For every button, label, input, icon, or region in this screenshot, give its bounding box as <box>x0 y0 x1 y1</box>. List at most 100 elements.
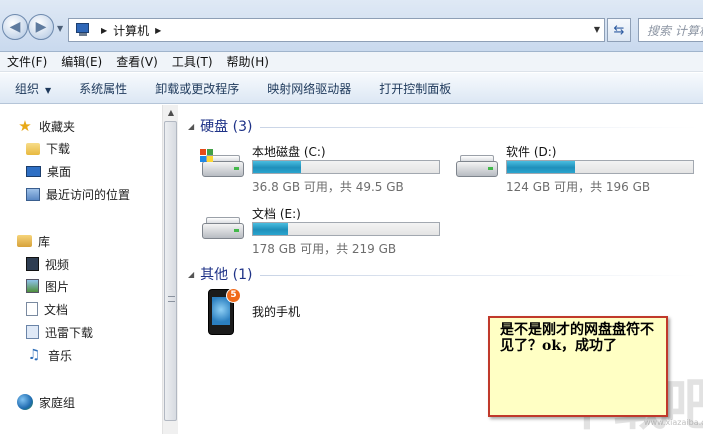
system-properties-button[interactable]: 系统属性 <box>65 80 141 97</box>
scroll-up-arrow-icon[interactable]: ▲ <box>163 105 179 121</box>
folder-icon <box>26 143 40 155</box>
library-icon <box>17 235 32 247</box>
hard-disk-icon <box>200 215 246 243</box>
music-note-icon: ♫ <box>27 347 41 363</box>
device-my-phone[interactable]: 5 我的手机 <box>208 287 408 337</box>
group-header-others[interactable]: ◢ 其他 (1) <box>188 264 698 284</box>
scroll-grip-icon <box>168 296 175 302</box>
drive-name: 文档 (E:) <box>252 207 301 221</box>
recent-pages-dropdown-icon[interactable]: ▼ <box>57 24 63 33</box>
desktop-icon <box>26 165 41 177</box>
group-divider <box>260 126 698 128</box>
nav-pane-scrollbar[interactable]: ▲ <box>162 105 178 434</box>
nav-item-label: 文档 <box>44 302 69 317</box>
drive-d[interactable]: 软件 (D:) 124 GB 可用，共 196 GB <box>454 143 703 194</box>
pictures-library-icon <box>26 279 39 293</box>
menu-edit[interactable]: 编辑(E) <box>54 52 109 72</box>
nav-item-label: 桌面 <box>47 164 72 179</box>
mobile-phone-icon: 5 <box>208 288 241 335</box>
navigation-pane: ★ 收藏夹 下载 桌面 最近访问的位置 库 视频 图片 文档 迅雷下载 ♫ 音乐… <box>0 105 162 434</box>
nav-favorites[interactable]: ★ 收藏夹 <box>17 117 75 135</box>
nav-item-downloads[interactable]: 下载 <box>26 139 70 157</box>
drive-usage-fill <box>253 223 288 235</box>
nav-item-pictures[interactable]: 图片 <box>26 277 69 295</box>
forward-button[interactable]: ▶ <box>28 14 54 40</box>
scroll-thumb[interactable] <box>164 121 177 421</box>
nav-item-label: 视频 <box>45 257 70 272</box>
drive-free-space: 124 GB 可用，共 196 GB <box>506 180 651 194</box>
drive-name: 本地磁盘 (C:) <box>252 145 326 159</box>
computer-icon <box>75 23 91 37</box>
drive-usage-fill <box>507 161 576 173</box>
thunder-download-icon <box>26 325 39 339</box>
nav-item-documents[interactable]: 文档 <box>26 300 68 318</box>
address-bar-row: ◀ ▶ ▼ ▶ 计算机 ▶ ▼ ⇆ 搜索 计算机 <box>0 0 703 52</box>
drive-e[interactable]: 文档 (E:) 178 GB 可用，共 219 GB <box>200 205 450 256</box>
nav-item-label: 迅雷下载 <box>45 325 94 340</box>
watermark-url: www.xiazaiba.com <box>644 418 703 427</box>
drive-usage-bar <box>252 222 440 236</box>
address-field[interactable]: ▶ 计算机 ▶ ▼ <box>68 18 605 42</box>
collapse-triangle-icon[interactable]: ◢ <box>188 122 194 131</box>
nav-libraries[interactable]: 库 <box>17 232 50 250</box>
open-control-panel-button[interactable]: 打开控制面板 <box>365 80 465 97</box>
documents-library-icon <box>26 302 38 316</box>
menu-tools[interactable]: 工具(T) <box>165 52 220 72</box>
nav-item-label: 最近访问的位置 <box>46 187 131 202</box>
chevron-down-icon: ▼ <box>45 85 52 95</box>
recent-places-icon <box>26 187 40 201</box>
drive-usage-fill <box>253 161 301 173</box>
nav-item-thunder-downloads[interactable]: 迅雷下载 <box>26 323 93 341</box>
nav-favorites-label: 收藏夹 <box>39 119 76 134</box>
organize-label: 组织 <box>15 81 40 96</box>
hard-disk-icon <box>454 153 500 181</box>
windows-logo-icon <box>200 149 214 163</box>
nav-item-label: 下载 <box>46 141 71 156</box>
nav-item-label: 图片 <box>45 279 70 294</box>
back-button[interactable]: ◀ <box>2 14 28 40</box>
video-library-icon <box>26 257 39 271</box>
menu-file[interactable]: 文件(F) <box>0 52 54 72</box>
drive-free-space: 36.8 GB 可用，共 49.5 GB <box>252 180 404 194</box>
group-title: 硬盘 (3) <box>200 119 253 135</box>
nav-homegroup[interactable]: 家庭组 <box>17 393 75 411</box>
address-dropdown-icon[interactable]: ▼ <box>594 25 600 34</box>
map-network-drive-button[interactable]: 映射网络驱动器 <box>253 80 365 97</box>
uninstall-program-button[interactable]: 卸载或更改程序 <box>141 80 253 97</box>
menu-bar: 文件(F) 编辑(E) 查看(V) 工具(T) 帮助(H) <box>0 52 703 72</box>
nav-item-recent-places[interactable]: 最近访问的位置 <box>26 185 130 203</box>
search-input[interactable]: 搜索 计算机 <box>638 18 703 42</box>
homegroup-icon <box>17 394 33 410</box>
drive-c[interactable]: 本地磁盘 (C:) 36.8 GB 可用，共 49.5 GB <box>200 143 450 194</box>
group-divider <box>260 274 698 276</box>
device-name: 我的手机 <box>252 305 301 319</box>
breadcrumb-computer[interactable]: 计算机 <box>113 22 149 39</box>
breadcrumb-separator-icon[interactable]: ▶ <box>155 26 161 35</box>
drive-free-space: 178 GB 可用，共 219 GB <box>252 242 397 256</box>
nav-item-label: 音乐 <box>48 348 73 363</box>
nav-libraries-label: 库 <box>38 234 51 249</box>
drive-usage-bar <box>506 160 694 174</box>
notification-badge: 5 <box>226 288 241 303</box>
group-header-hard-disks[interactable]: ◢ 硬盘 (3) <box>188 116 698 136</box>
menu-view[interactable]: 查看(V) <box>109 52 165 72</box>
hard-disk-icon <box>200 149 246 181</box>
refresh-icon: ⇆ <box>613 22 625 38</box>
back-arrow-icon: ◀ <box>9 19 21 35</box>
refresh-button[interactable]: ⇆ <box>607 18 631 42</box>
drive-name: 软件 (D:) <box>506 145 557 159</box>
group-title: 其他 (1) <box>200 267 253 283</box>
nav-item-music[interactable]: ♫ 音乐 <box>26 346 72 364</box>
nav-item-desktop[interactable]: 桌面 <box>26 162 71 180</box>
nav-homegroup-label: 家庭组 <box>39 395 76 410</box>
search-placeholder: 搜索 计算机 <box>647 23 703 38</box>
menu-help[interactable]: 帮助(H) <box>220 52 276 72</box>
forward-arrow-icon: ▶ <box>35 19 47 35</box>
collapse-triangle-icon[interactable]: ◢ <box>188 270 194 279</box>
command-toolbar: 组织 ▼ 系统属性 卸载或更改程序 映射网络驱动器 打开控制面板 <box>0 73 703 104</box>
annotation-callout: 是不是刚才的网盘盘符不见了？ok，成功了 <box>488 316 668 417</box>
breadcrumb-separator-icon[interactable]: ▶ <box>101 26 107 35</box>
star-icon: ★ <box>18 117 32 135</box>
organize-button[interactable]: 组织 ▼ <box>0 80 65 97</box>
nav-item-videos[interactable]: 视频 <box>26 255 69 273</box>
